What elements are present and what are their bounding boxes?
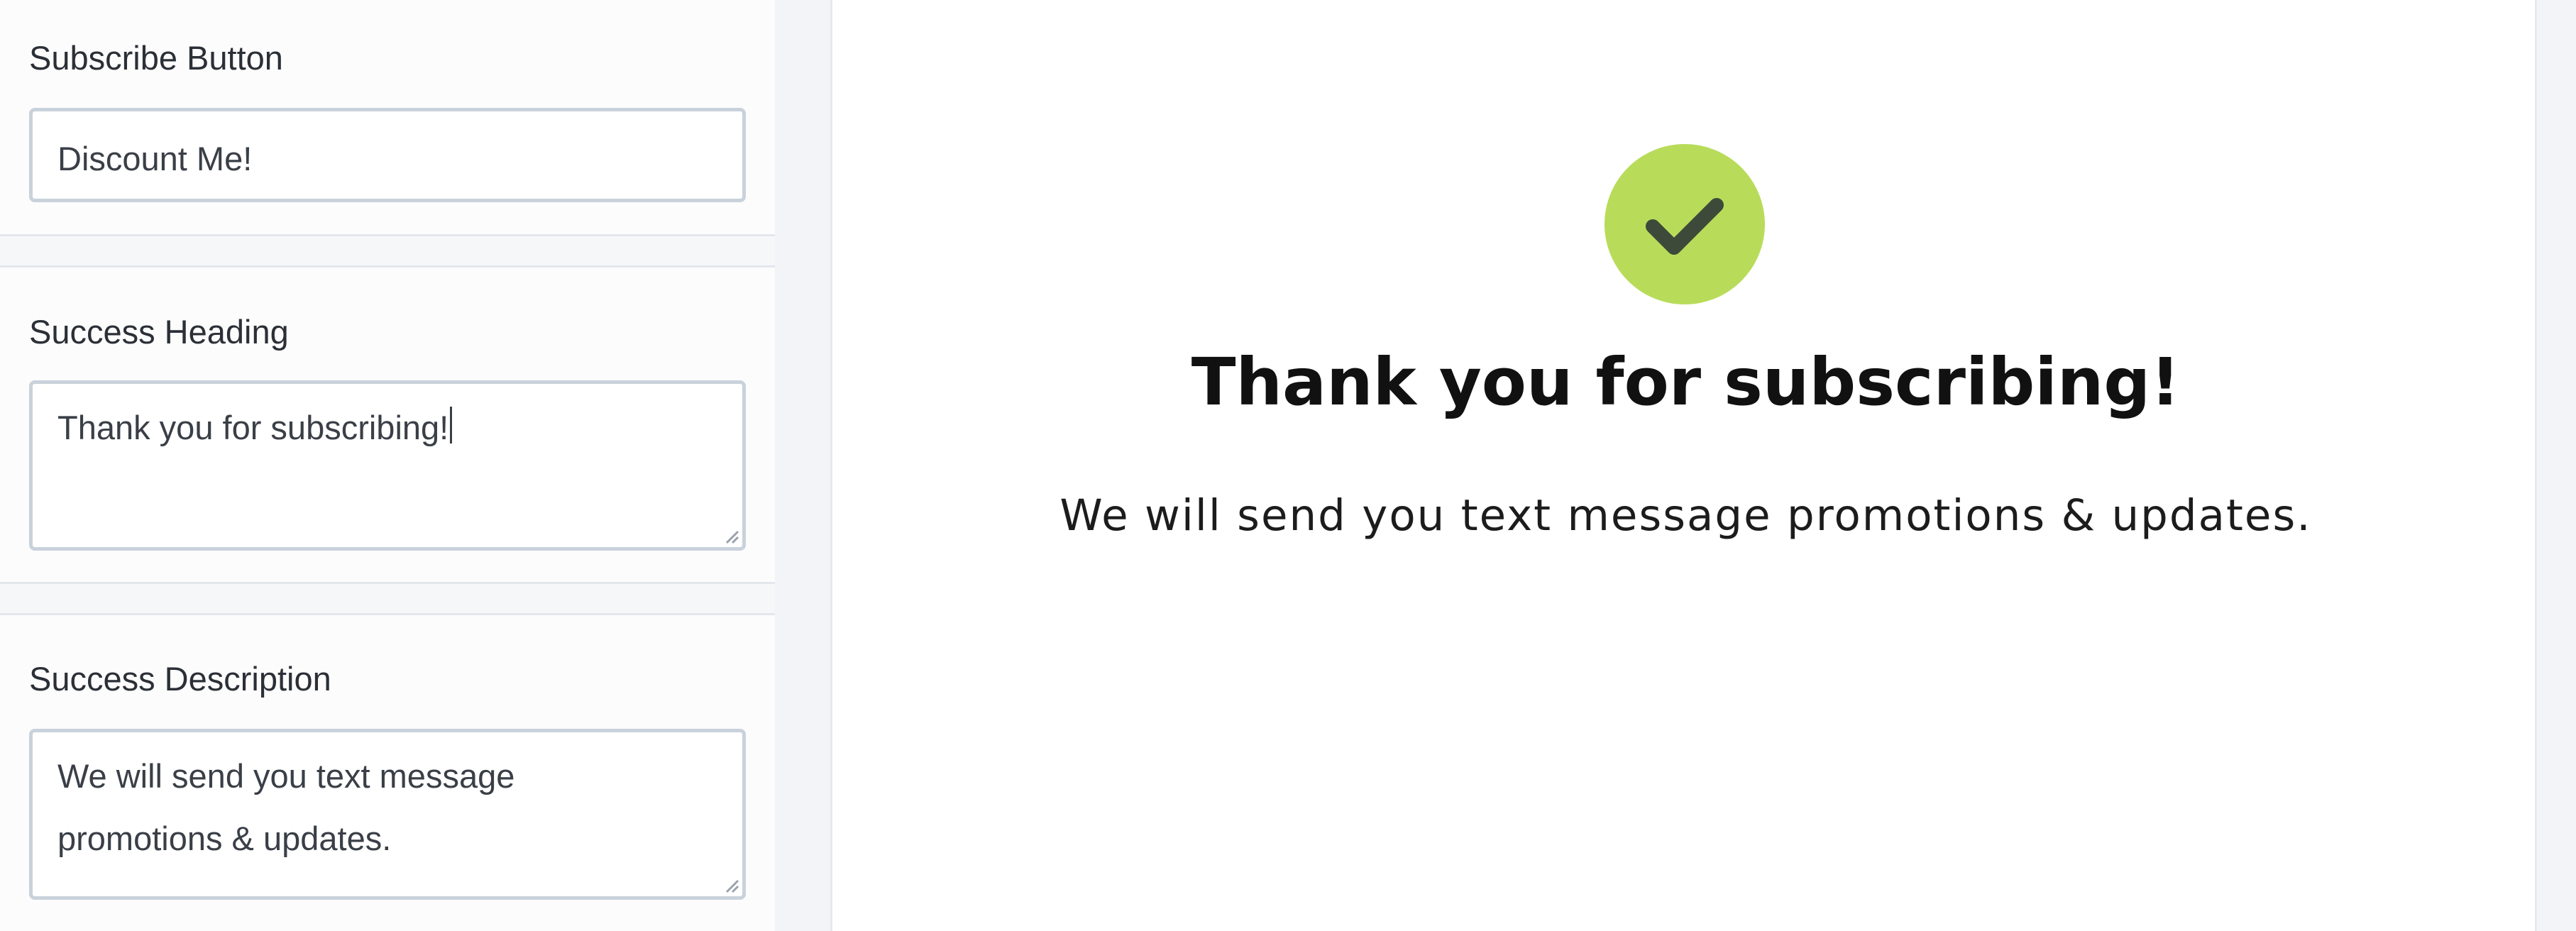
subscribe-button-value: Discount Me! xyxy=(57,140,253,177)
success-heading-value-wrap: Thank you for subscribing! xyxy=(57,397,668,459)
resize-grip-icon[interactable] xyxy=(724,529,739,544)
success-description-field-group: Success Description We will send you tex… xyxy=(0,615,775,931)
success-description-value: We will send you text message promotions… xyxy=(57,757,515,857)
success-badge xyxy=(1605,144,1765,304)
success-description-textarea[interactable]: We will send you text message promotions… xyxy=(29,729,746,900)
section-divider xyxy=(0,234,775,268)
section-divider xyxy=(0,582,775,615)
resize-grip-icon[interactable] xyxy=(724,878,739,893)
success-description-label: Success Description xyxy=(29,660,331,698)
success-heading-label: Success Heading xyxy=(29,313,289,351)
success-heading-field-group: Success Heading Thank you for subscribin… xyxy=(0,268,775,582)
preview-right-gutter xyxy=(2537,0,2576,931)
text-caret xyxy=(450,407,453,444)
subscribe-button-input[interactable]: Discount Me! xyxy=(29,108,746,202)
success-heading-textarea[interactable]: Thank you for subscribing! xyxy=(29,380,746,551)
subscribe-button-field-group: Subscribe Button Discount Me! xyxy=(0,0,775,234)
settings-panel: Subscribe Button Discount Me! Success He… xyxy=(0,0,775,931)
success-preview: Thank you for subscribing! We will send … xyxy=(830,0,2537,931)
success-heading: Thank you for subscribing! xyxy=(1191,344,2181,420)
success-description: We will send you text message promotions… xyxy=(1059,490,2312,541)
preview-gutter xyxy=(777,0,830,931)
checkmark-icon xyxy=(1646,198,1724,255)
subscribe-button-label: Subscribe Button xyxy=(29,39,283,77)
success-heading-value: Thank you for subscribing! xyxy=(57,409,449,446)
